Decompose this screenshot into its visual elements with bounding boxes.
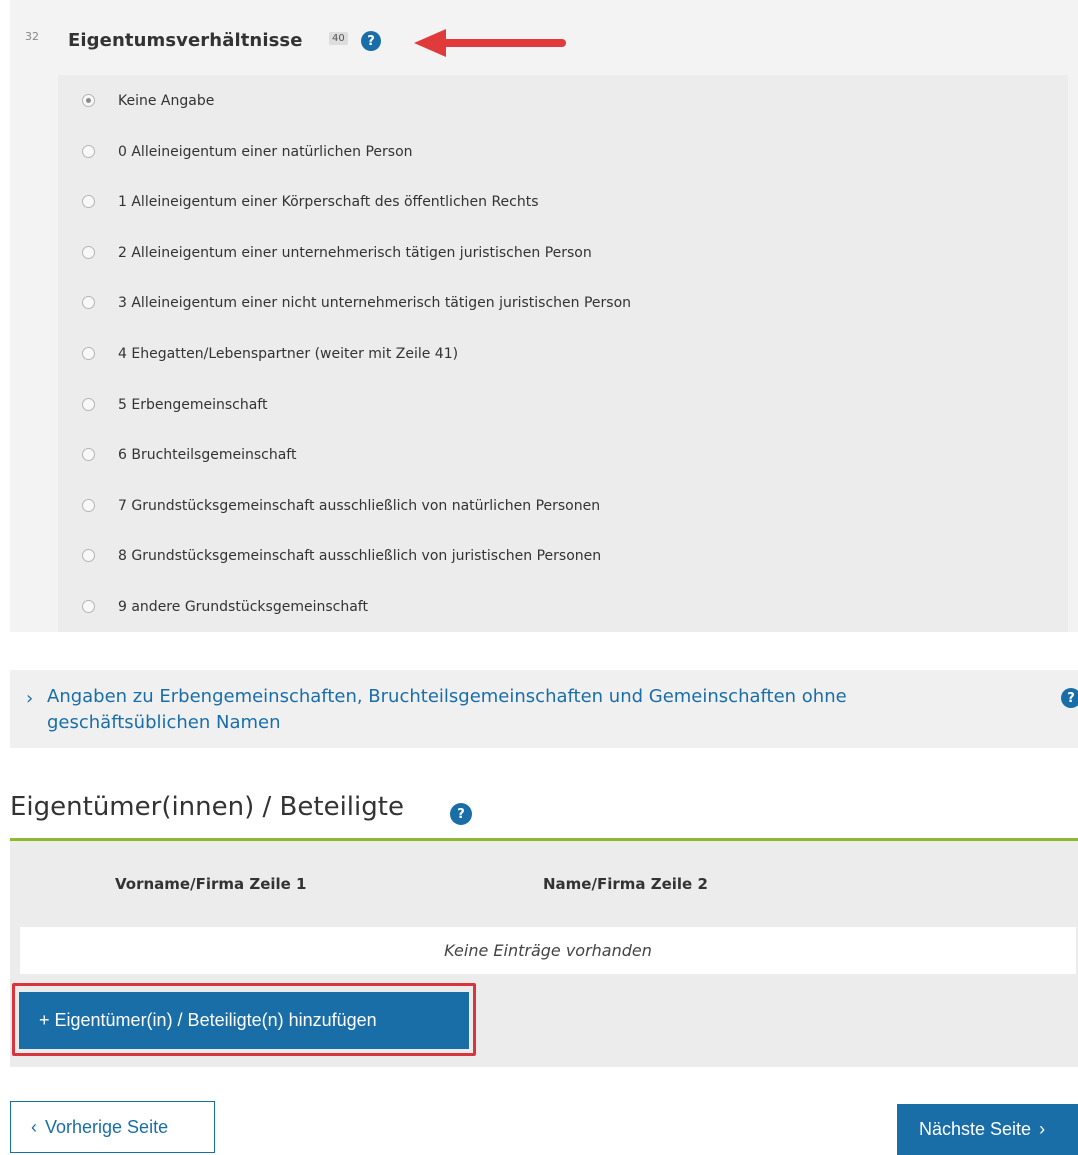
option-label: 3 Alleineigentum einer nicht unternehmer… bbox=[118, 294, 632, 311]
previous-page-button[interactable]: ‹ Vorherige Seite bbox=[10, 1101, 215, 1153]
add-owner-button[interactable]: + Eigentümer(in) / Beteiligte(n) hinzufü… bbox=[19, 992, 469, 1049]
radio-button[interactable] bbox=[82, 94, 95, 107]
option-label: 7 Grundstücksgemeinschaft ausschließlich… bbox=[118, 497, 601, 514]
option-label: 6 Bruchteilsgemeinschaft bbox=[118, 446, 297, 463]
help-icon[interactable]: ? bbox=[1061, 688, 1078, 708]
option-label: 9 andere Grundstücksgemeinschaft bbox=[118, 598, 368, 615]
ownership-option[interactable]: 3 Alleineigentum einer nicht unternehmer… bbox=[58, 277, 1068, 328]
ownership-option[interactable]: 0 Alleineigentum einer natürlichen Perso… bbox=[58, 126, 1068, 177]
option-label: 5 Erbengemeinschaft bbox=[118, 396, 268, 413]
radio-button[interactable] bbox=[82, 195, 95, 208]
radio-button[interactable] bbox=[82, 448, 95, 461]
ownership-option[interactable]: 9 andere Grundstücksgemeinschaft bbox=[58, 581, 1068, 632]
ownership-option[interactable]: 2 Alleineigentum einer unternehmerisch t… bbox=[58, 227, 1068, 278]
radio-button[interactable] bbox=[82, 499, 95, 512]
radio-button[interactable] bbox=[82, 549, 95, 562]
column-header-name: Name/Firma Zeile 2 bbox=[543, 875, 708, 893]
radio-button[interactable] bbox=[82, 145, 95, 158]
ownership-option[interactable]: 7 Grundstücksgemeinschaft ausschließlich… bbox=[58, 480, 1068, 531]
chevron-right-icon: › bbox=[26, 688, 34, 709]
next-page-button[interactable]: Nächste Seite › bbox=[897, 1104, 1078, 1155]
ownership-option[interactable]: 8 Grundstücksgemeinschaft ausschließlich… bbox=[58, 530, 1068, 581]
option-label: 4 Ehegatten/Lebenspartner (weiter mit Ze… bbox=[118, 345, 459, 362]
field-title: Eigentumsverhältnisse bbox=[68, 30, 303, 51]
row-number: 32 bbox=[25, 30, 39, 43]
red-arrow-annotation-icon bbox=[414, 29, 566, 57]
option-label: Keine Angabe bbox=[118, 92, 215, 109]
field-reference-badge: 40 bbox=[329, 32, 348, 45]
option-label: 2 Alleineigentum einer unternehmerisch t… bbox=[118, 244, 592, 261]
ownership-option[interactable]: 1 Alleineigentum einer Körperschaft des … bbox=[58, 176, 1068, 227]
next-page-label: Nächste Seite bbox=[919, 1119, 1032, 1139]
ownership-option[interactable]: 4 Ehegatten/Lebenspartner (weiter mit Ze… bbox=[58, 328, 1068, 379]
chevron-right-icon: › bbox=[1039, 1119, 1046, 1139]
help-icon[interactable]: ? bbox=[450, 803, 472, 825]
expand-label[interactable]: Angaben zu Erbengemeinschaften, Bruchtei… bbox=[47, 684, 927, 736]
column-header-first-name: Vorname/Firma Zeile 1 bbox=[115, 875, 307, 893]
radio-button[interactable] bbox=[82, 296, 95, 309]
owners-heading: Eigentümer(innen) / Beteiligte bbox=[10, 792, 404, 822]
radio-button[interactable] bbox=[82, 398, 95, 411]
table-empty-row: Keine Einträge vorhanden bbox=[20, 927, 1076, 974]
option-label: 0 Alleineigentum einer natürlichen Perso… bbox=[118, 143, 413, 160]
empty-state-text: Keine Einträge vorhanden bbox=[444, 941, 652, 960]
ownership-option[interactable]: Keine Angabe bbox=[58, 75, 1068, 126]
option-label: 1 Alleineigentum einer Körperschaft des … bbox=[118, 193, 539, 210]
option-label: 8 Grundstücksgemeinschaft ausschließlich… bbox=[118, 547, 602, 564]
previous-page-label: Vorherige Seite bbox=[45, 1116, 169, 1137]
ownership-option[interactable]: 6 Bruchteilsgemeinschaft bbox=[58, 429, 1068, 480]
help-icon[interactable]: ? bbox=[361, 31, 381, 51]
chevron-left-icon: ‹ bbox=[31, 1116, 37, 1137]
expand-community-details[interactable]: › Angaben zu Erbengemeinschaften, Brucht… bbox=[10, 670, 1078, 748]
radio-button[interactable] bbox=[82, 246, 95, 259]
ownership-options: Keine Angabe 0 Alleineigentum einer natü… bbox=[58, 75, 1068, 632]
radio-button[interactable] bbox=[82, 600, 95, 613]
ownership-option[interactable]: 5 Erbengemeinschaft bbox=[58, 379, 1068, 430]
radio-button[interactable] bbox=[82, 347, 95, 360]
